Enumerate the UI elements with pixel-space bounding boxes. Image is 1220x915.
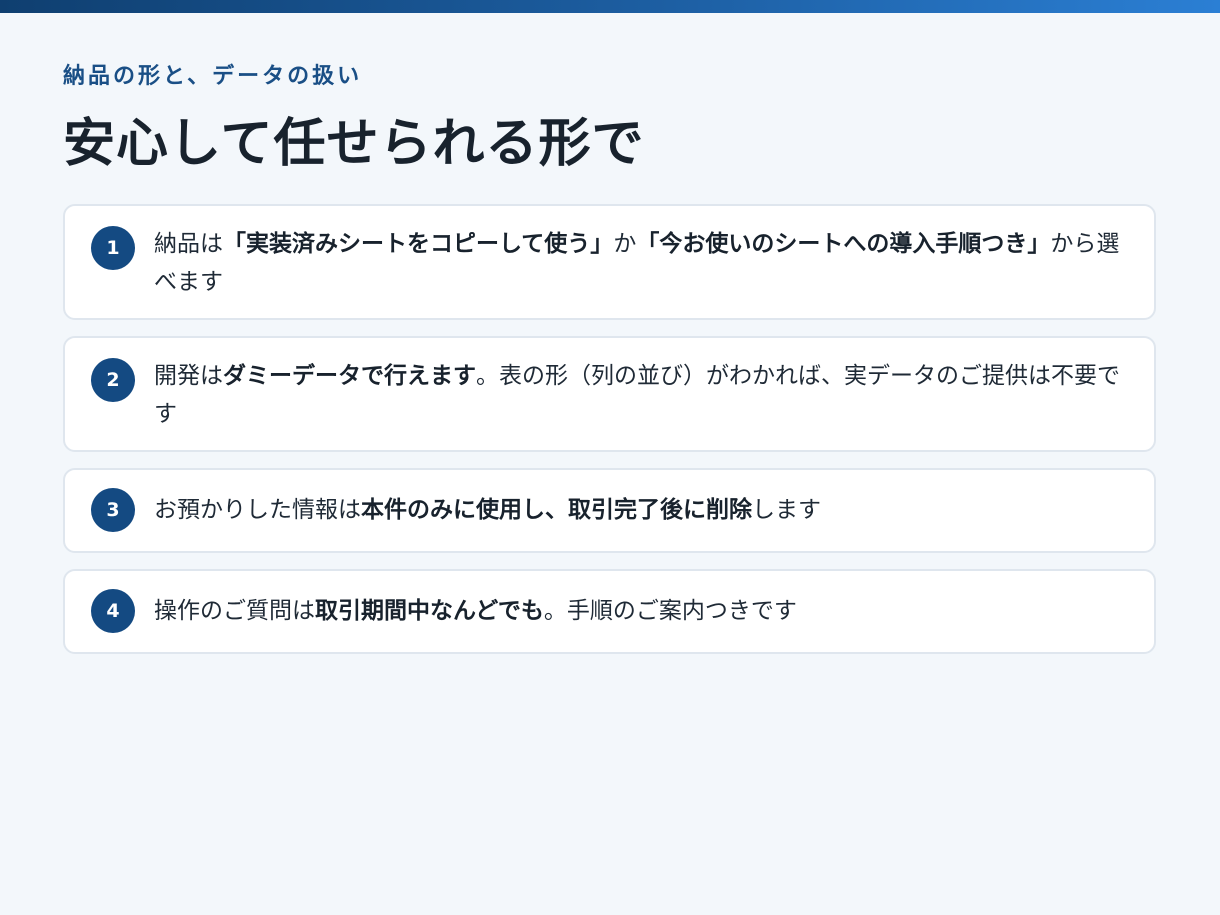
text-segment-bold: 本件のみに使用し、取引完了後に削除 [361, 497, 752, 523]
number-badge: 2 [91, 358, 135, 402]
list-item: 3 お預かりした情報は本件のみに使用し、取引完了後に削除します [63, 468, 1156, 553]
text-segment: お預かりした情報は [154, 497, 361, 523]
text-segment: 。手順のご案内つきです [543, 598, 797, 624]
slide-content: 納品の形と、データの扱い 安心して任せられる形で 1 納品は「実装済みシートをコ… [63, 60, 1156, 654]
text-segment-bold: 取引期間中なんどでも [315, 598, 544, 624]
text-segment: 開発は [154, 363, 223, 389]
number-badge: 3 [91, 488, 135, 532]
list-item: 4 操作のご質問は取引期間中なんどでも。手順のご案内つきです [63, 569, 1156, 654]
text-segment-bold: 「今お使いのシートへの導入手順つき」 [636, 231, 1051, 257]
list-item-text: 操作のご質問は取引期間中なんどでも。手順のご案内つきです [154, 592, 1124, 630]
point-list: 1 納品は「実装済みシートをコピーして使う」か「今お使いのシートへの導入手順つき… [63, 204, 1156, 670]
page-title: 安心して任せられる形で [63, 114, 645, 174]
text-segment: 納品は [154, 231, 223, 257]
text-segment: 操作のご質問は [154, 598, 315, 624]
list-item-text: 納品は「実装済みシートをコピーして使う」か「今お使いのシートへの導入手順つき」か… [154, 225, 1124, 301]
list-item: 1 納品は「実装済みシートをコピーして使う」か「今お使いのシートへの導入手順つき… [63, 204, 1156, 320]
text-segment: か [613, 231, 637, 257]
number-badge: 1 [91, 226, 135, 270]
section-eyebrow: 納品の形と、データの扱い [63, 64, 363, 89]
list-item: 2 開発はダミーデータで行えます。表の形（列の並び）がわかれば、実データのご提供… [63, 336, 1156, 452]
text-segment-bold: ダミーデータで行えます [223, 363, 476, 389]
text-segment-bold: 「実装済みシートをコピーして使う」 [223, 231, 614, 257]
list-item-text: お預かりした情報は本件のみに使用し、取引完了後に削除します [154, 491, 1124, 529]
list-item-text: 開発はダミーデータで行えます。表の形（列の並び）がわかれば、実データのご提供は不… [154, 357, 1124, 433]
text-segment: します [752, 497, 821, 523]
number-badge: 4 [91, 589, 135, 633]
top-accent-bar [0, 0, 1220, 13]
